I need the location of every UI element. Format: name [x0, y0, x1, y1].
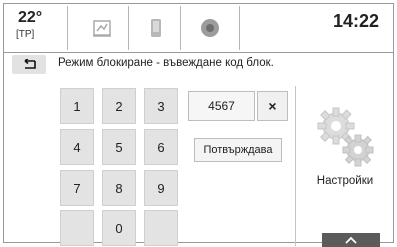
keypad-key-blank-left	[60, 210, 94, 246]
vertical-divider	[295, 86, 296, 246]
phone-tab[interactable]	[134, 6, 178, 50]
clear-button[interactable]: ×	[257, 91, 288, 121]
keypad-key-0[interactable]: 0	[102, 210, 136, 246]
divider	[128, 6, 129, 50]
keypad-key-2[interactable]: 2	[102, 88, 136, 124]
keypad-key-5[interactable]: 5	[102, 129, 136, 165]
status-bar: 22° [TP] 14:22	[4, 4, 393, 53]
temperature-readout: 22°	[18, 9, 43, 26]
keypad-key-7[interactable]: 7	[60, 170, 94, 206]
back-button[interactable]	[12, 55, 46, 74]
keypad-key-1[interactable]: 1	[60, 88, 94, 124]
audio-source-icon	[93, 20, 111, 37]
message-row: Режим блокиране - въвеждане код блок.	[4, 53, 393, 75]
keypad-key-6[interactable]: 6	[144, 129, 178, 165]
pin-input-field[interactable]: 4567	[188, 91, 255, 121]
keypad-key-9[interactable]: 9	[144, 170, 178, 206]
keypad-key-3[interactable]: 3	[144, 88, 178, 124]
divider	[239, 6, 240, 50]
phone-icon	[151, 19, 161, 37]
clock: 14:22	[333, 11, 380, 31]
audio-source-tab[interactable]	[80, 6, 124, 50]
collapse-tab-button[interactable]	[322, 233, 380, 247]
gears-icon	[317, 107, 374, 167]
traffic-program-indicator: [TP]	[16, 29, 35, 40]
keypad-key-8[interactable]: 8	[102, 170, 136, 206]
confirm-button[interactable]: Потвърждава	[194, 138, 282, 162]
chevron-up-icon	[345, 236, 357, 244]
navigation-tab[interactable]	[188, 6, 232, 50]
lock-mode-message: Режим блокиране - въвеждане код блок.	[58, 57, 274, 69]
keypad-key-4[interactable]: 4	[60, 129, 94, 165]
navigation-icon	[201, 19, 219, 37]
divider	[67, 6, 68, 50]
settings-label: Настройки	[316, 175, 374, 187]
settings-button[interactable]: Настройки	[304, 106, 386, 188]
lock-mode-screen: 22° [TP] 14:22 Режим блокиране - въвежда…	[3, 3, 394, 247]
divider	[180, 6, 181, 50]
back-arrow-icon	[24, 58, 36, 69]
keypad-key-blank-right	[144, 210, 178, 246]
